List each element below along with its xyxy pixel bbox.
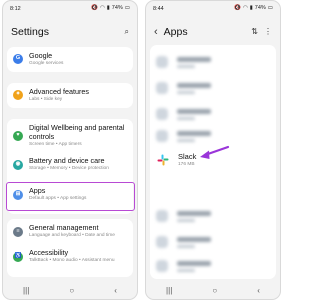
device-care-icon: ◉ <box>13 160 23 170</box>
mute-icon: 🔇 <box>91 4 98 11</box>
wellbeing-icon: ♥ <box>13 131 23 141</box>
navigation-bar: ||| ○ ‹ <box>146 281 280 299</box>
google-icon: G <box>13 54 23 64</box>
battery-icon: ▭ <box>267 4 273 11</box>
app-icon <box>156 82 168 94</box>
signal-icon: ▮ <box>249 4 253 11</box>
settings-item-subtitle: Storage • Memory • Device protection <box>29 166 109 171</box>
mute-icon: 🔇 <box>234 4 241 11</box>
settings-header: Settings ⌕ <box>3 23 137 41</box>
app-name: Slack <box>178 152 197 161</box>
status-time: 8:44 <box>153 5 164 12</box>
list-item[interactable] <box>156 51 270 73</box>
settings-screen: 8:12 🔇 ◠ ▮ 74% ▭ Settings ⌕ G Google Goo… <box>2 0 138 300</box>
settings-item-title: General management <box>29 223 99 232</box>
recent-apps-icon[interactable]: ||| <box>23 286 29 295</box>
app-icon <box>156 236 168 248</box>
slack-icon <box>157 154 169 166</box>
settings-item-subtitle: TalkBack • Mono audio • Assistant menu <box>29 258 115 263</box>
wifi-icon: ◠ <box>99 4 105 11</box>
back-nav-icon[interactable]: ‹ <box>114 286 117 295</box>
search-icon[interactable]: ⌕ <box>125 28 129 36</box>
status-bar: 8:12 🔇 ◠ ▮ 74% ▭ <box>3 1 137 16</box>
back-icon[interactable]: ‹ <box>154 26 158 38</box>
app-size: 176 MB <box>178 162 195 167</box>
app-icon <box>156 108 168 120</box>
settings-item-advanced-features[interactable]: ✦ Advanced features Labs • Side key <box>7 87 133 105</box>
home-icon[interactable]: ○ <box>212 286 217 295</box>
settings-item-google[interactable]: G Google Google services <box>7 51 133 69</box>
apps-header: ‹ Apps ⇅ ⋮ <box>146 23 280 41</box>
list-item[interactable] <box>156 77 270 99</box>
settings-card-google: G Google Google services <box>7 47 133 72</box>
apps-screen: 8:44 🔇 ◠ ▮ 74% ▭ ‹ Apps ⇅ ⋮ Slack 176 MB… <box>145 0 281 300</box>
navigation-bar: ||| ○ ‹ <box>3 281 137 299</box>
settings-item-title: Accessibility <box>29 248 69 257</box>
wifi-icon: ◠ <box>242 4 248 11</box>
battery-icon: ▭ <box>124 4 130 11</box>
star-icon: ✦ <box>13 90 23 100</box>
battery-percent: 74% <box>111 4 123 11</box>
list-item[interactable] <box>156 255 270 277</box>
app-icon <box>156 56 168 68</box>
app-icon <box>156 260 168 272</box>
app-icon <box>156 130 168 142</box>
settings-item-title: Advanced features <box>29 87 89 96</box>
settings-card-general: ≡ General management Language and keyboa… <box>7 219 133 277</box>
settings-item-title: Battery and device care <box>29 156 105 165</box>
recent-apps-icon[interactable]: ||| <box>166 286 172 295</box>
list-item[interactable] <box>156 231 270 253</box>
back-nav-icon[interactable]: ‹ <box>257 286 260 295</box>
settings-item-subtitle: Google services <box>29 61 64 66</box>
status-time: 8:12 <box>10 5 21 12</box>
settings-item-subtitle: Language and keyboard • Date and time <box>29 233 115 238</box>
settings-item-battery[interactable]: ◉ Battery and device care Storage • Memo… <box>7 156 133 175</box>
settings-item-subtitle: Labs • Side key <box>29 97 63 102</box>
app-icon <box>156 210 168 222</box>
status-bar: 8:44 🔇 ◠ ▮ 74% ▭ <box>146 1 280 16</box>
home-icon[interactable]: ○ <box>69 286 74 295</box>
battery-percent: 74% <box>254 4 266 11</box>
settings-card-advanced: ✦ Advanced features Labs • Side key <box>7 83 133 108</box>
settings-item-general-management[interactable]: ≡ General management Language and keyboa… <box>7 223 133 242</box>
filter-sort-icon[interactable]: ⇅ <box>251 28 258 36</box>
settings-item-accessibility[interactable]: ♿ Accessibility TalkBack • Mono audio • … <box>7 248 133 275</box>
page-title: Settings <box>11 26 49 38</box>
apps-highlight-box <box>6 182 135 211</box>
list-item[interactable] <box>156 103 270 125</box>
more-options-icon[interactable]: ⋮ <box>264 28 272 36</box>
settings-item-title: Digital Wellbeing and parental controls <box>29 123 125 141</box>
settings-item-subtitle: Screen time • App timers <box>29 141 82 147</box>
accessibility-icon: ♿ <box>13 252 23 262</box>
pointer-arrow-icon <box>200 145 230 159</box>
settings-item-title: Google <box>29 51 53 60</box>
signal-icon: ▮ <box>106 4 110 11</box>
page-title: Apps <box>163 26 188 38</box>
settings-item-digital-wellbeing[interactable]: ♥ Digital Wellbeing and parental control… <box>7 123 133 150</box>
sliders-icon: ≡ <box>13 227 23 237</box>
list-item[interactable] <box>156 205 270 227</box>
